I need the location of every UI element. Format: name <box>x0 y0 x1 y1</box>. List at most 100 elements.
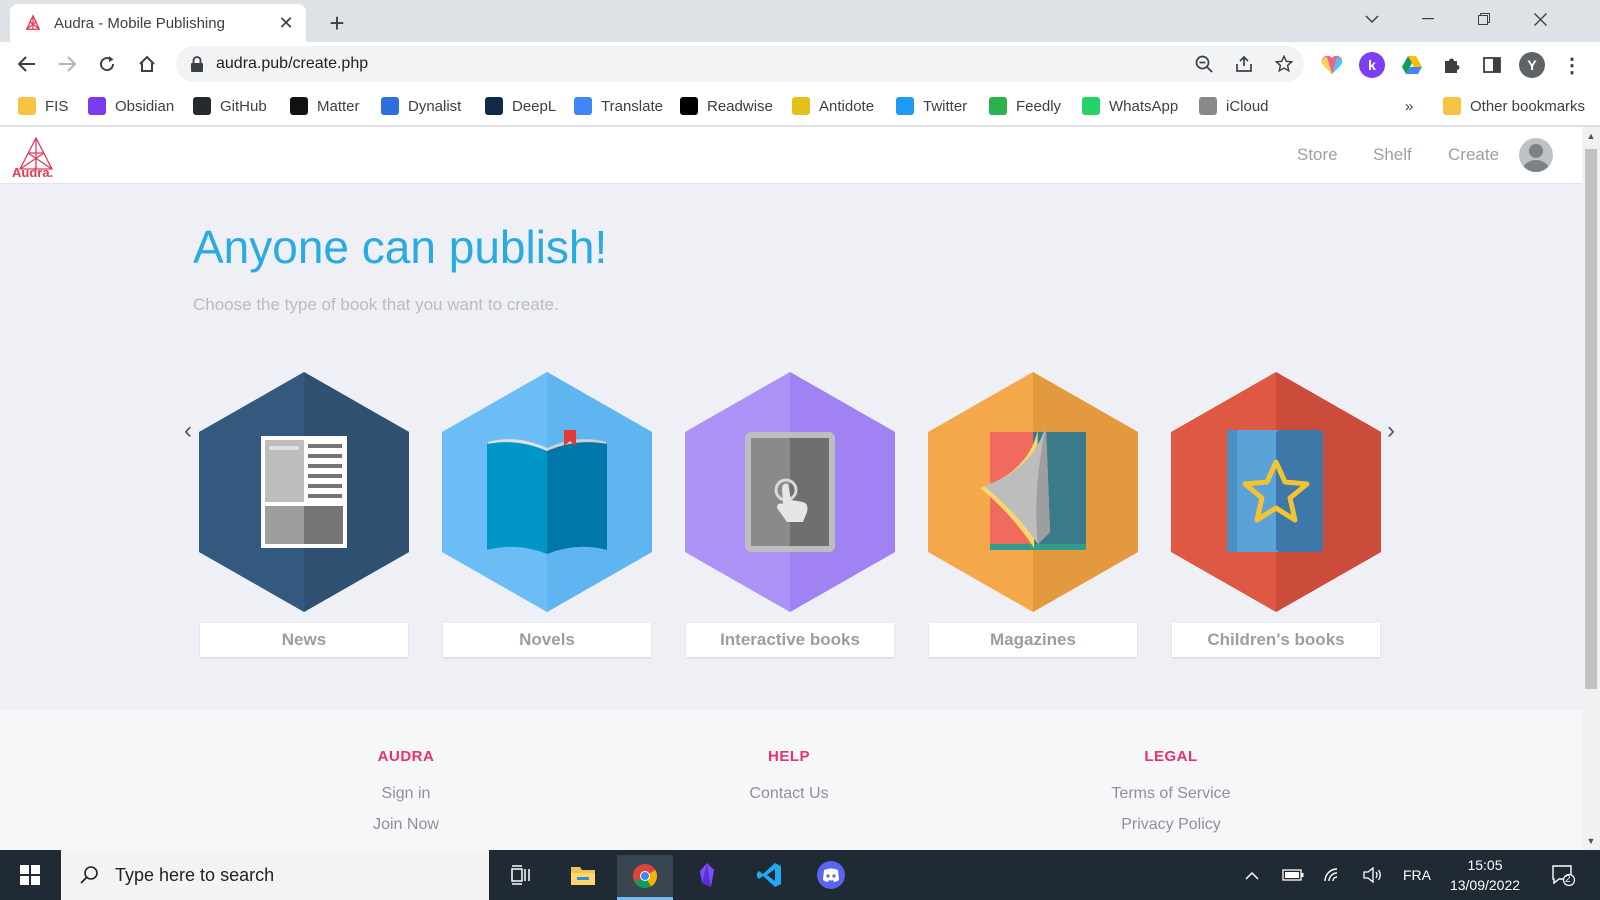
bookmark-github[interactable]: GitHub <box>193 94 267 118</box>
bookmark-label: DeepL <box>512 97 557 115</box>
footer-column-audra: AUDRA Sign in Join Now <box>306 748 506 834</box>
nav-store[interactable]: Store <box>1297 145 1338 165</box>
bookmark-deepl[interactable]: DeepL <box>485 94 556 118</box>
bookmark-antidote[interactable]: Antidote <box>792 94 874 118</box>
book-type-news[interactable]: News <box>199 372 409 657</box>
tab-close-icon[interactable]: ✕ <box>276 13 296 33</box>
bookmark-dynalist[interactable]: Dynalist <box>381 94 461 118</box>
footer-link-terms[interactable]: Terms of Service <box>1071 785 1271 803</box>
zoom-icon[interactable] <box>1184 46 1224 82</box>
taskbar-clock[interactable]: 15:05 13/09/2022 <box>1440 855 1530 895</box>
hexagon-badge <box>1171 372 1381 612</box>
notification-center-icon[interactable]: 2 <box>1546 850 1580 900</box>
windows-start-icon[interactable] <box>0 850 60 900</box>
bookmark-fis[interactable]: FIS <box>18 94 68 118</box>
bookmark-feedly[interactable]: Feedly <box>989 94 1061 118</box>
hero-subtitle: Choose the type of book that you want to… <box>193 295 559 314</box>
bookmark-whatsapp[interactable]: WhatsApp <box>1082 94 1178 118</box>
bookmark-label: iCloud <box>1226 97 1269 115</box>
book-type-magazines[interactable]: Magazines <box>928 372 1138 657</box>
vscode-taskbar-icon[interactable] <box>741 855 797 895</box>
tab-search-chevron-down-icon[interactable] <box>1344 0 1400 38</box>
share-icon[interactable] <box>1224 46 1264 82</box>
star-book-icon <box>1227 430 1323 552</box>
extensions-puzzle-icon[interactable] <box>1439 52 1465 78</box>
heart-extension-icon[interactable] <box>1319 52 1345 78</box>
carousel-next-chevron-right-icon[interactable]: › <box>1381 417 1401 444</box>
notification-count: 2 <box>1565 874 1571 885</box>
deepl-icon <box>485 97 503 115</box>
footer-link-contact-us[interactable]: Contact Us <box>689 785 889 803</box>
footer-column-help: HELP Contact Us <box>689 748 889 803</box>
bookmark-twitter[interactable]: Twitter <box>896 94 967 118</box>
more-bookmarks-chevron-icon[interactable]: » <box>1405 94 1413 118</box>
bookmark-label: Translate <box>601 97 663 115</box>
bookmark-label: Matter <box>317 97 360 115</box>
side-panel-icon[interactable] <box>1479 52 1505 78</box>
book-type-interactive-books[interactable]: Interactive books <box>685 372 895 657</box>
book-type-label[interactable]: Interactive books <box>686 623 894 657</box>
tab-audra[interactable]: Audra - Mobile Publishing ✕ <box>10 4 306 42</box>
file-explorer-icon[interactable] <box>555 855 611 895</box>
language-indicator[interactable]: FRA <box>1400 850 1434 900</box>
footer-heading: AUDRA <box>377 748 435 765</box>
wifi-icon[interactable] <box>1318 850 1348 900</box>
scroll-up-icon[interactable]: ▲ <box>1586 131 1596 141</box>
address-bar[interactable]: audra.pub/create.php <box>176 46 1304 82</box>
bookmark-translate[interactable]: Translate <box>574 94 663 118</box>
volume-icon[interactable] <box>1358 850 1388 900</box>
bookmark-icloud[interactable]: iCloud <box>1199 94 1269 118</box>
carousel-prev-chevron-left-icon[interactable]: ‹ <box>178 417 198 444</box>
book-type-label[interactable]: News <box>200 623 408 657</box>
tab-title: Audra - Mobile Publishing <box>54 14 225 32</box>
home-icon[interactable] <box>131 48 163 80</box>
book-type-label[interactable]: Children's books <box>1172 623 1380 657</box>
footer-link-privacy[interactable]: Privacy Policy <box>1071 816 1271 834</box>
k-extension-icon[interactable]: k <box>1359 52 1385 78</box>
other-bookmarks-folder[interactable]: Other bookmarks <box>1443 94 1585 118</box>
battery-icon[interactable] <box>1278 850 1308 900</box>
bookmark-readwise[interactable]: Readwise <box>680 94 773 118</box>
footer-link-sign-in[interactable]: Sign in <box>306 785 506 803</box>
bookmark-label: FIS <box>45 97 69 115</box>
user-avatar[interactable] <box>1519 138 1553 172</box>
page-scrollbar[interactable]: ▲ ▼ <box>1582 127 1600 850</box>
url-text[interactable]: audra.pub/create.php <box>216 55 1184 73</box>
book-type-childrens-books[interactable]: Children's books <box>1171 372 1381 657</box>
tray-chevron-up-icon[interactable] <box>1240 850 1264 900</box>
bookmark-label: WhatsApp <box>1109 97 1179 115</box>
reload-icon[interactable] <box>91 48 123 80</box>
taskbar-search-box[interactable]: Type here to search <box>61 850 489 900</box>
bookmark-star-icon[interactable] <box>1264 46 1304 82</box>
footer-link-join-now[interactable]: Join Now <box>306 816 506 834</box>
bookmark-matter[interactable]: Matter <box>290 94 360 118</box>
profile-avatar[interactable]: Y <box>1519 52 1545 78</box>
close-window-icon[interactable] <box>1512 0 1568 38</box>
taskbar-search-placeholder[interactable]: Type here to search <box>115 865 274 886</box>
back-icon[interactable] <box>11 48 43 80</box>
folder-icon <box>18 97 36 115</box>
book-type-novels[interactable]: Novels <box>442 372 652 657</box>
book-type-label[interactable]: Novels <box>443 623 651 657</box>
new-tab-button[interactable]: + <box>322 8 352 38</box>
minimize-icon[interactable] <box>1400 0 1456 38</box>
discord-taskbar-icon[interactable] <box>803 855 859 895</box>
restore-icon[interactable] <box>1456 0 1512 38</box>
translate-icon <box>574 97 592 115</box>
bookmark-label: Twitter <box>923 97 968 115</box>
lock-icon[interactable] <box>190 56 204 72</box>
chrome-taskbar-icon[interactable] <box>617 855 673 900</box>
forward-icon[interactable] <box>51 48 83 80</box>
logo-text[interactable]: Audra. <box>12 165 53 180</box>
scrollbar-thumb[interactable] <box>1585 149 1597 689</box>
more-menu-icon[interactable]: ⋮ <box>1559 52 1585 78</box>
book-type-label[interactable]: Magazines <box>929 623 1137 657</box>
google-drive-icon[interactable] <box>1399 52 1425 78</box>
task-view-icon[interactable] <box>493 855 549 895</box>
bookmark-obsidian[interactable]: Obsidian <box>88 94 174 118</box>
clock-date: 13/09/2022 <box>1449 877 1521 893</box>
nav-shelf[interactable]: Shelf <box>1373 145 1412 165</box>
scroll-down-icon[interactable]: ▼ <box>1586 836 1596 846</box>
obsidian-taskbar-icon[interactable] <box>679 855 735 895</box>
nav-create[interactable]: Create <box>1448 145 1499 165</box>
